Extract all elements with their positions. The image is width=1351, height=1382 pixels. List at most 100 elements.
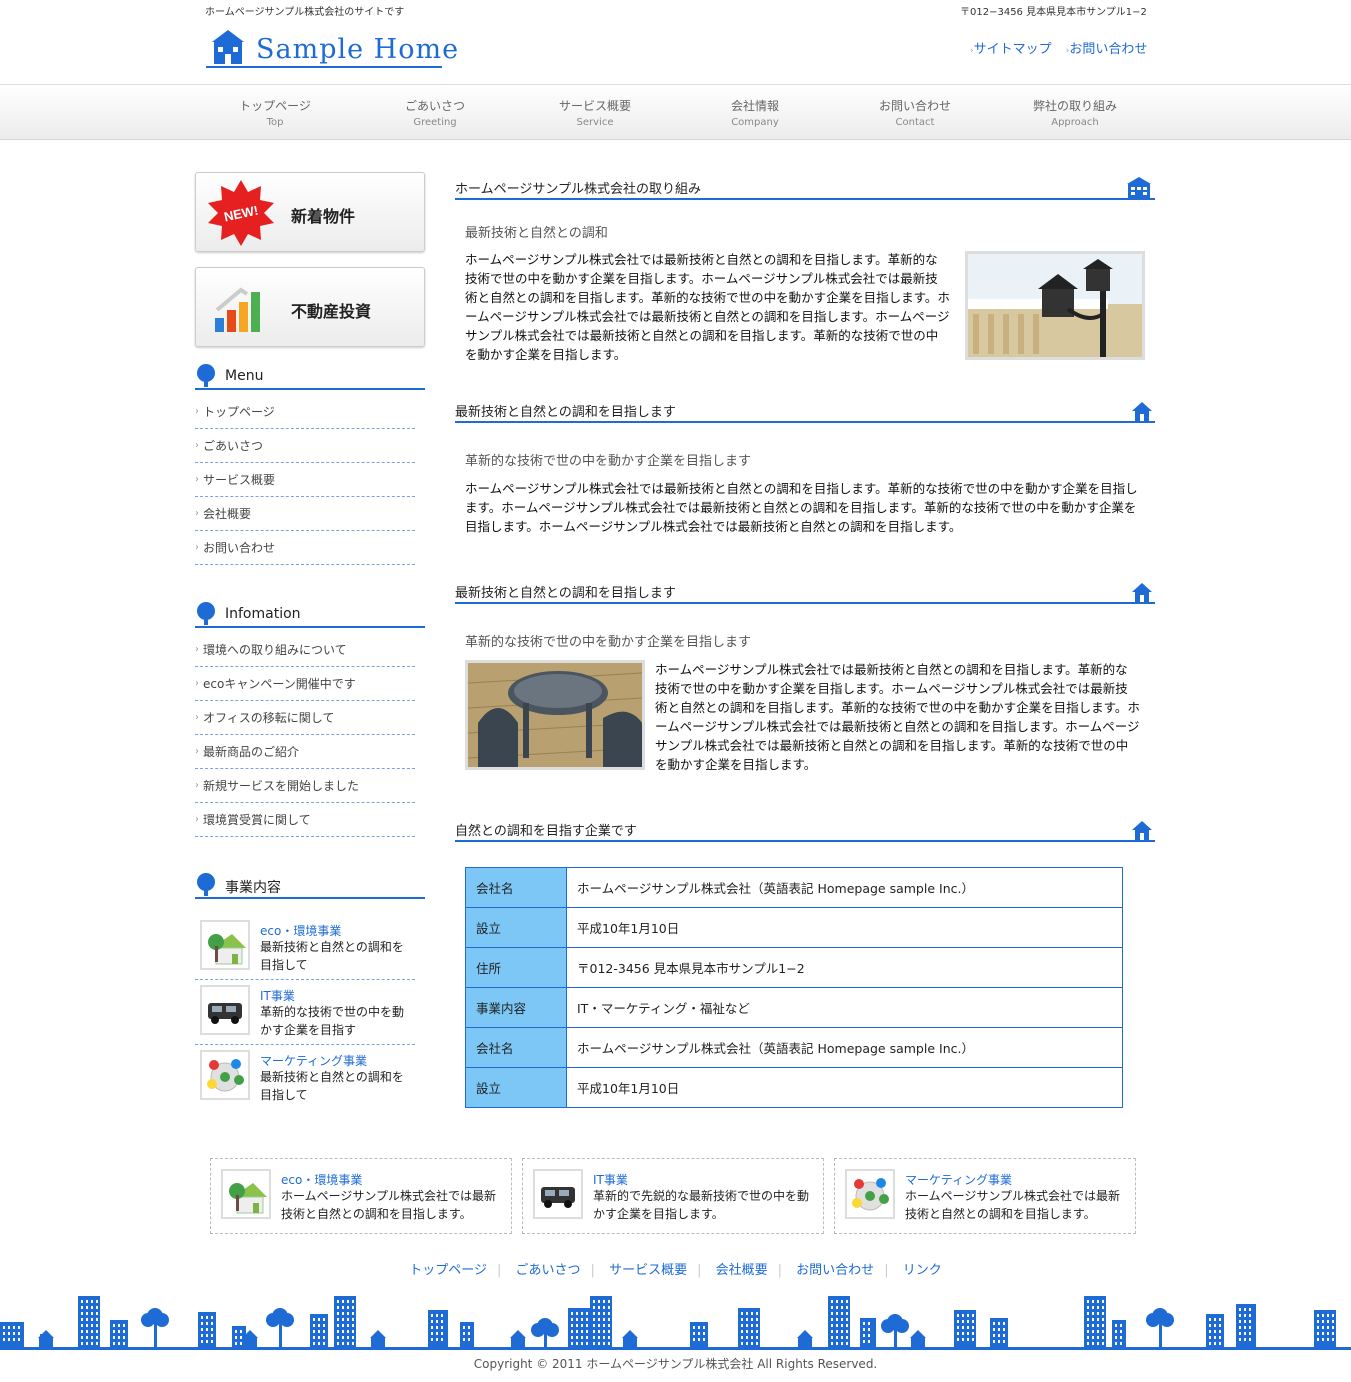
info-item[interactable]: ecoキャンペーン開催中です: [195, 667, 415, 701]
nav-item-contact[interactable]: お問い合わせ Contact: [855, 97, 975, 128]
business-desc: 最新技術と自然との調和を目指して: [260, 1070, 404, 1102]
footer-link[interactable]: お問い合わせ: [786, 1263, 884, 1278]
footer-link[interactable]: ごあいさつ: [506, 1263, 591, 1278]
nav-item-company[interactable]: 会社情報 Company: [695, 97, 815, 128]
table-header-cell: 住所: [465, 947, 567, 988]
footer-link[interactable]: トップページ: [399, 1263, 497, 1278]
footer-link-label: リンク: [902, 1263, 942, 1278]
business-desc: 革新的な技術で世の中を動かす企業を目指す: [260, 1005, 405, 1037]
table-row: 会社名 ホームページサンプル株式会社（英語表記 Homepage sample I…: [465, 1027, 1123, 1068]
nav-sublabel: Contact: [895, 117, 935, 128]
street-lamp-photo: [965, 251, 1145, 360]
menu-item[interactable]: トップページ: [195, 395, 415, 429]
logo-text: Sample Home: [256, 34, 460, 65]
bar-chart-growth-icon: [215, 287, 260, 332]
business-title: eco・環境事業: [260, 924, 342, 938]
table-row: 会社名 ホームページサンプル株式会社（英語表記 Homepage sample I…: [465, 867, 1123, 908]
section-subheading: 革新的な技術で世の中を動かす企業を目指します: [465, 454, 752, 469]
eco-house-icon: [200, 920, 250, 970]
footer-box-desc: 革新的で先鋭的な最新技術で世の中を動かす企業を目指します。: [593, 1189, 810, 1221]
info-item[interactable]: 新規サービスを開始しました: [195, 769, 415, 803]
logo-underline: [206, 66, 442, 68]
divider: |: [697, 1263, 702, 1278]
table-header-cell: 会社名: [465, 867, 567, 908]
eco-house-icon: [221, 1169, 271, 1219]
table-header-cell: 設立: [465, 907, 567, 948]
city-skyline-illustration: [0, 1296, 1351, 1350]
section-body: ホームページサンプル株式会社では最新技術と自然との調和を目指します。革新的な技術…: [465, 252, 950, 362]
info-heading-text: Infomation: [225, 606, 301, 622]
nav-sublabel: Top: [266, 117, 284, 128]
business-heading: 事業内容: [195, 873, 425, 899]
table-cell: IT・マーケティング・福祉など: [566, 987, 1123, 1028]
nav-sublabel: Approach: [1051, 117, 1099, 128]
tree-icon: [197, 602, 215, 625]
footer-link[interactable]: サービス概要: [599, 1263, 697, 1278]
section-body: ホームページサンプル株式会社では最新技術と自然との調和を目指します。革新的な技術…: [655, 662, 1140, 772]
header-address: 〒012−3456 見本県見本市サンプル1−2: [960, 7, 1147, 18]
nav-label: 弊社の取り組み: [1032, 99, 1117, 113]
menu-item[interactable]: ごあいさつ: [195, 429, 415, 463]
footer-link[interactable]: リンク: [893, 1263, 952, 1278]
house-icon: [1132, 821, 1152, 840]
section-subheading: 革新的な技術で世の中を動かす企業を目指します: [465, 635, 752, 650]
footer-links: トップページ | ごあいさつ | サービス概要 | 会社概要 | お問い合わせ | リンク: [0, 1259, 1351, 1278]
menu-heading-text: Menu: [225, 368, 264, 384]
footer-box-eco[interactable]: eco・環境事業 ホームページサンプル株式会社では最新技術と自然との調和を目指し…: [210, 1158, 512, 1234]
divider: |: [497, 1263, 502, 1278]
nav-sublabel: Greeting: [413, 117, 457, 128]
footer-link-label: お問い合わせ: [796, 1263, 875, 1278]
site-logo[interactable]: Sample Home: [206, 28, 458, 70]
garden-table-photo: [465, 660, 645, 770]
table-header-cell: 会社名: [465, 1027, 567, 1068]
business-item-marketing[interactable]: マーケティング事業 最新技術と自然との調和を目指して: [195, 1046, 415, 1110]
tree-icon: [197, 364, 215, 387]
globe-icon: [200, 1050, 250, 1100]
house-icon: [1132, 583, 1152, 602]
table-row: 住所 〒012-3456 見本県見本市サンプル1−2: [465, 947, 1123, 988]
table-row: 事業内容 IT・マーケティング・福祉など: [465, 987, 1123, 1028]
nav-item-top[interactable]: トップページ Top: [215, 97, 335, 128]
divider: |: [777, 1263, 783, 1278]
footer-box-marketing[interactable]: マーケティング事業 ホームページサンプル株式会社では最新技術と自然との調和を目指…: [834, 1158, 1136, 1234]
info-item[interactable]: 環境への取り組みについて: [195, 633, 415, 667]
nav-label: ごあいさつ: [404, 99, 465, 113]
building-icon: [1127, 177, 1151, 198]
section-heading-text: ホームページサンプル株式会社の取り組み: [455, 182, 701, 197]
footer-link-label: ごあいさつ: [515, 1263, 581, 1278]
table-cell: 平成10年1月10日: [566, 907, 1123, 948]
new-badge-icon: NEW!: [208, 180, 274, 246]
divider: |: [884, 1263, 889, 1278]
house-icon: [1132, 402, 1152, 421]
banner-label: 新着物件: [291, 207, 356, 226]
footer-box-it[interactable]: IT事業 革新的で先鋭的な最新技術で世の中を動かす企業を目指します。: [522, 1158, 824, 1234]
nav-item-approach[interactable]: 弊社の取り組み Approach: [1015, 97, 1135, 128]
nav-item-service[interactable]: サービス概要 Service: [535, 97, 655, 128]
sitemap-link[interactable]: サイトマップ: [974, 42, 1052, 57]
house-logo-icon: [212, 30, 244, 64]
business-item-eco[interactable]: eco・環境事業 最新技術と自然との調和を目指して: [195, 916, 415, 980]
menu-list: トップページ ごあいさつ サービス概要 会社概要 お問い合わせ: [195, 395, 415, 565]
new-listings-banner[interactable]: NEW! 新着物件: [195, 172, 425, 252]
real-estate-investment-banner[interactable]: 不動産投資: [195, 267, 425, 347]
business-item-it[interactable]: IT事業 革新的な技術で世の中を動かす企業を目指す: [195, 981, 415, 1045]
menu-heading: Menu: [195, 364, 425, 390]
info-item[interactable]: オフィスの移転に関して: [195, 701, 415, 735]
info-item[interactable]: 環境賞受賞に関して: [195, 803, 415, 837]
footer-box-title: マーケティング事業: [905, 1173, 1013, 1187]
contact-link[interactable]: お問い合わせ: [1069, 42, 1147, 57]
section-subheading: 最新技術と自然との調和: [465, 226, 608, 241]
section-heading: 自然との調和を目指す企業です: [455, 818, 1155, 842]
nav-item-greeting[interactable]: ごあいさつ Greeting: [375, 97, 495, 128]
table-cell: 〒012-3456 見本県見本市サンプル1−2: [566, 947, 1123, 988]
info-item[interactable]: 最新商品のご紹介: [195, 735, 415, 769]
footer-box-desc: ホームページサンプル株式会社では最新技術と自然との調和を目指します。: [905, 1189, 1121, 1221]
footer-link[interactable]: 会社概要: [706, 1263, 778, 1278]
menu-item[interactable]: 会社概要: [195, 497, 415, 531]
footer-box-title: eco・環境事業: [281, 1173, 363, 1187]
section-heading: 最新技術と自然との調和を目指します: [455, 399, 1155, 423]
menu-item[interactable]: サービス概要: [195, 463, 415, 497]
menu-item[interactable]: お問い合わせ: [195, 531, 415, 565]
table-cell: 平成10年1月10日: [566, 1067, 1123, 1108]
nav-sublabel: Service: [576, 117, 614, 128]
